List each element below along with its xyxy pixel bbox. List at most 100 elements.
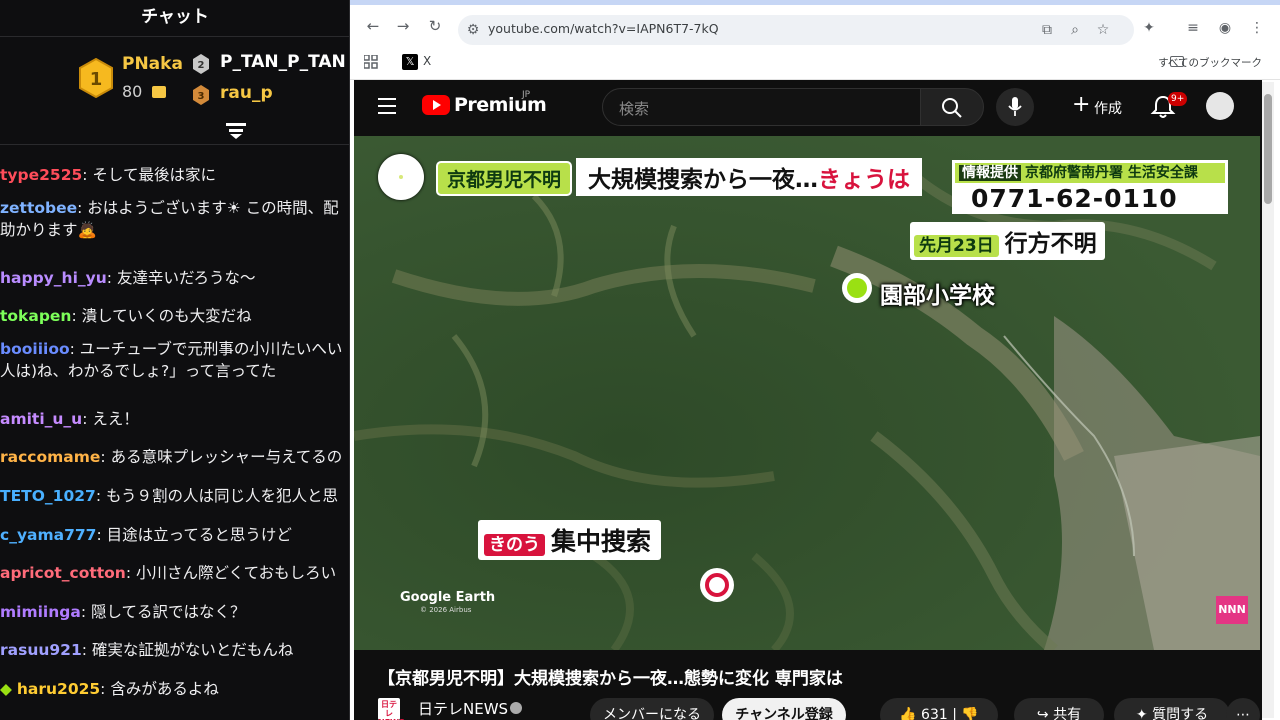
share-label: 共有: [1053, 707, 1082, 720]
chat-username[interactable]: haru2025: [17, 680, 100, 698]
channel-watermark-icon: [378, 154, 424, 200]
missing-date-tag: 先月23日: [914, 235, 999, 257]
youtube-page: Premium JP 検索 + 作成 9+ 京都男児不明 大規模捜索から一夜…き…: [354, 80, 1262, 720]
chat-username[interactable]: tokapen: [0, 307, 71, 325]
chat-username[interactable]: zettobee: [0, 199, 77, 217]
apps-icon[interactable]: [364, 55, 378, 69]
extensions-icon[interactable]: ✦: [1140, 19, 1158, 37]
url-text[interactable]: youtube.com/watch?v=IAPN6T7-7kQ: [488, 21, 719, 36]
bits-icon: [152, 86, 166, 98]
create-button[interactable]: + 作成: [1060, 88, 1146, 124]
chat-text: 小川さん際どくておもしろい: [136, 564, 337, 583]
chat-message: c_yama777: 目途は立ってると思うけど: [0, 525, 292, 544]
leader-3-name[interactable]: rau_p: [220, 83, 273, 103]
sparkle-icon: ✦: [1135, 707, 1153, 720]
chat-username[interactable]: TETO_1027: [0, 487, 96, 505]
leader-rank-2: 2: [198, 60, 205, 71]
chat-username[interactable]: amiti_u_u: [0, 410, 82, 428]
chat-username[interactable]: apricot_cotton: [0, 564, 126, 582]
silver-medal-icon: 2: [193, 54, 209, 74]
chat-text: そして最後は家に: [92, 166, 216, 184]
collapse-icon[interactable]: [226, 122, 246, 140]
more-icon[interactable]: ⋯: [1226, 698, 1260, 720]
caption-headline: 大規模捜索から一夜…きょうは: [576, 158, 922, 196]
star-icon[interactable]: ☆: [1094, 21, 1112, 39]
chat-username[interactable]: mimiinga: [0, 603, 81, 621]
avatar[interactable]: [1206, 92, 1234, 120]
youtube-logo-icon[interactable]: [422, 95, 450, 115]
chat-message: raccomame: ある意味プレッシャー与えてるの: [0, 448, 343, 467]
bookmark-x[interactable]: X: [423, 54, 431, 68]
chat-text: 確実な証拠がないとだもんね: [91, 641, 294, 660]
profile-icon[interactable]: ◉: [1216, 19, 1234, 37]
leader-rank-3: 3: [198, 91, 205, 102]
scrollbar[interactable]: [1262, 82, 1274, 718]
chat-username[interactable]: booiiioo: [0, 340, 70, 358]
chat-username[interactable]: happy_hi_yu: [0, 269, 107, 287]
chat-text: 隠してる訳ではなく？: [91, 602, 246, 621]
chat-message: type2525: そして最後は家に: [0, 166, 216, 184]
info-tag: 情報提供: [959, 165, 1021, 181]
create-label: 作成: [1094, 101, 1122, 117]
chat-username[interactable]: type2525: [0, 166, 82, 184]
search-pin-icon: [700, 568, 734, 602]
search-area-label: きのう 集中捜索: [478, 520, 662, 560]
like-count: 631: [921, 707, 948, 720]
reading-list-icon[interactable]: ≡: [1184, 19, 1202, 37]
chat-messages: type2525: そして最後は家に zettobee: おはようございます☀ …: [0, 156, 349, 709]
chat-username[interactable]: raccomame: [0, 448, 100, 466]
missing-label: 先月23日 行方不明: [910, 222, 1105, 260]
leader-2-name[interactable]: P_TAN_P_TAN: [220, 52, 346, 72]
channel-name[interactable]: 日テレNEWS: [418, 698, 508, 719]
ask-label: 質問する: [1152, 707, 1209, 720]
subscribe-button[interactable]: チャンネル登録: [722, 698, 846, 720]
zoom-icon[interactable]: ⌕: [1066, 21, 1084, 39]
chat-message: zettobee: おはようございます☀ この時間、配 助かります🙇: [0, 198, 339, 239]
region-code: JP: [522, 90, 531, 100]
voice-search-button[interactable]: [996, 88, 1034, 126]
chat-text: ユーチューブで元刑事の小川たいへい: [79, 339, 343, 358]
site-info-icon[interactable]: ⚙: [464, 21, 482, 39]
join-button[interactable]: メンバーになる: [590, 698, 714, 720]
leader-1-name[interactable]: PNaka: [122, 54, 183, 74]
x-logo-icon[interactable]: 𝕏: [402, 54, 418, 70]
info-box: 情報提供 京都府警南丹署 生活安全課 0771-62-0110: [952, 160, 1228, 214]
share-icon: ↪: [1036, 707, 1054, 720]
info-phone: 0771-62-0110: [971, 184, 1178, 213]
chat-text: 友達辛いだろうな〜: [116, 268, 256, 287]
chat-text-continued: 助かります🙇: [0, 220, 97, 239]
youtube-brand[interactable]: Premium: [454, 94, 547, 116]
bronze-medal-icon: 3: [193, 85, 209, 105]
diamond-icon: ◆: [0, 679, 17, 698]
channel-avatar[interactable]: 日テレ NEWS: [378, 698, 405, 720]
microphone-icon: [1008, 97, 1022, 116]
thumbs-down-icon[interactable]: | 👎: [948, 707, 979, 720]
menu-icon[interactable]: ⋮: [1248, 19, 1266, 37]
chat-text: 潰していくのも大変だね: [81, 307, 252, 326]
like-button[interactable]: 👍 631 | 👎: [880, 698, 998, 720]
search-input[interactable]: 検索: [602, 88, 922, 126]
ask-button[interactable]: ✦ 質問する: [1114, 698, 1230, 720]
chat-username[interactable]: rasuu921: [0, 641, 82, 659]
back-icon[interactable]: ←: [364, 17, 382, 35]
chat-username[interactable]: c_yama777: [0, 526, 96, 544]
chat-text: もう９割の人は同じ人を犯人と思: [105, 486, 339, 505]
share-button[interactable]: ↪ 共有: [1014, 698, 1104, 720]
search-date-tag: きのう: [484, 534, 545, 556]
forward-icon[interactable]: →: [394, 17, 412, 35]
caption-headline-main: 大規模捜索から一夜…: [588, 167, 818, 193]
search-button[interactable]: [920, 88, 984, 126]
leader-rank-1: 1: [90, 69, 103, 90]
reload-icon[interactable]: ↻: [426, 17, 444, 35]
gold-medal-icon: 1: [79, 58, 113, 98]
scrollbar-thumb[interactable]: [1264, 94, 1272, 204]
caption-tag: 京都男児不明: [436, 161, 573, 196]
chat-message: rasuu921: 確実な証拠がないとだもんね: [0, 641, 294, 660]
hamburger-menu-icon[interactable]: [378, 98, 396, 114]
install-icon[interactable]: ⧉: [1038, 21, 1056, 39]
address-bar[interactable]: ⚙ youtube.com/watch?v=IAPN6T7-7kQ ⧉ ⌕ ☆: [458, 15, 1134, 45]
chat-text: おはようございます☀ この時間、配: [87, 198, 339, 217]
leaderboard: 1 PNaka 80 2 P_TAN_P_TAN 3 rau_p: [78, 48, 348, 108]
all-bookmarks[interactable]: すべてのブックマーク: [1158, 55, 1262, 70]
video-player[interactable]: 京都男児不明 大規模捜索から一夜…きょうは 情報提供 京都府警南丹署 生活安全課 …: [354, 136, 1260, 650]
